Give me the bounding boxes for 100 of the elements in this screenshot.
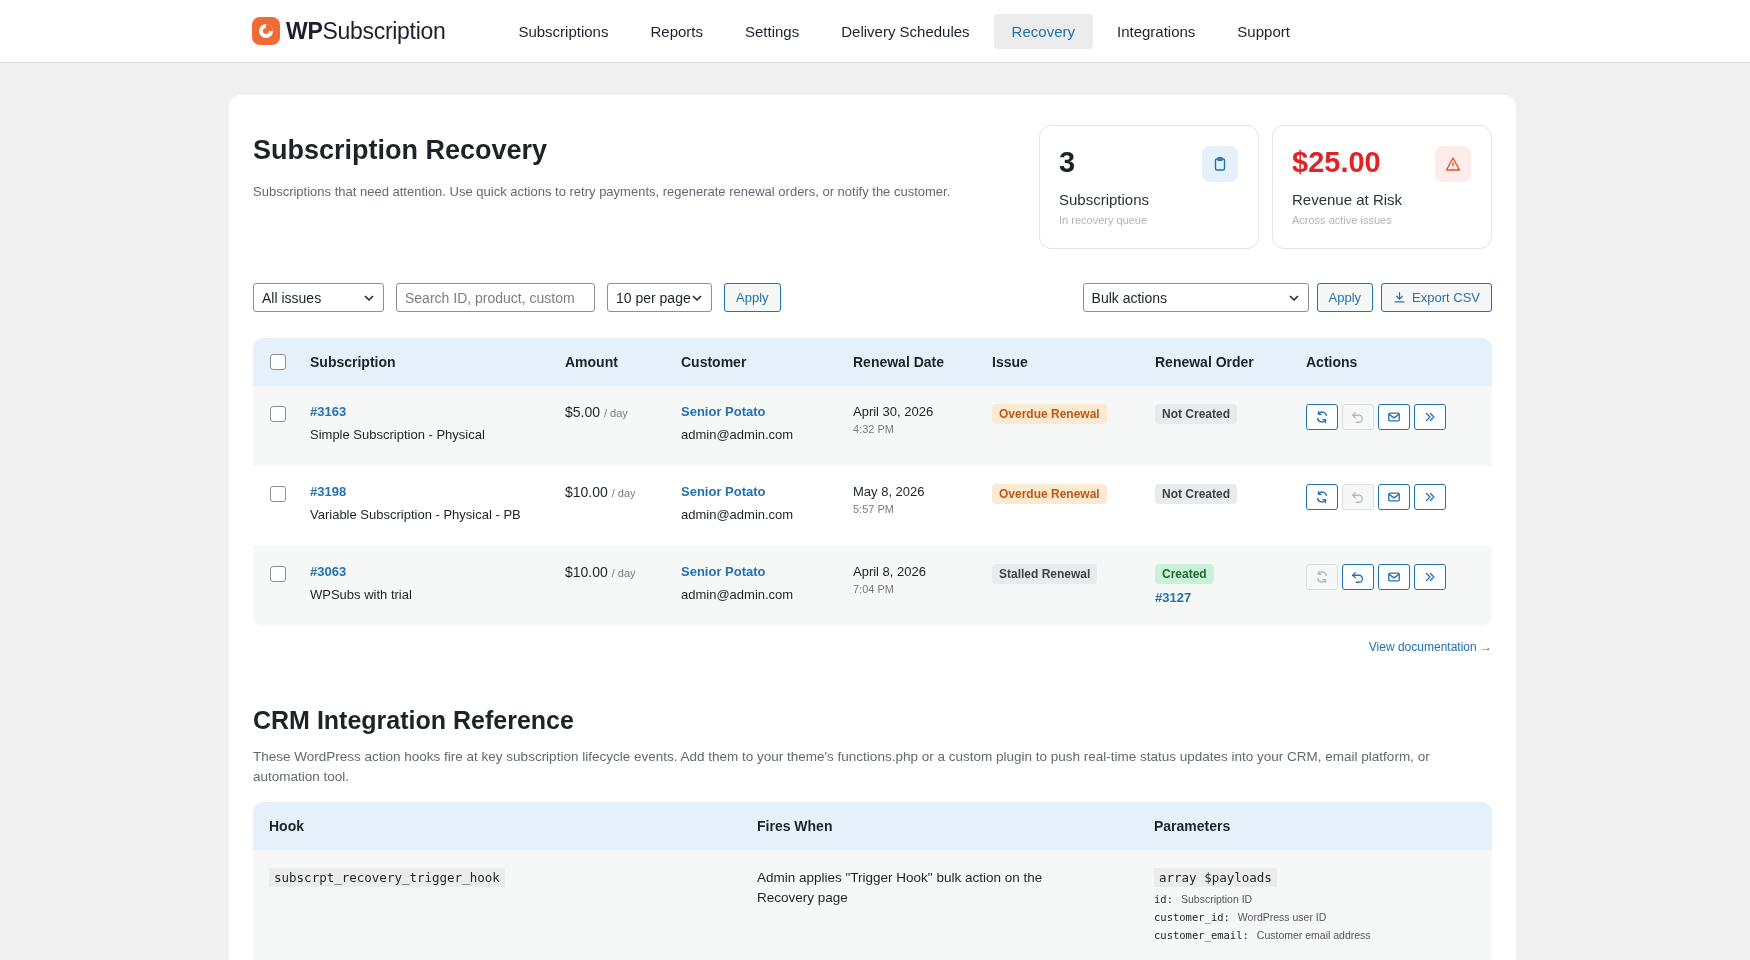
renewal-date: April 8, 2026 (853, 564, 927, 579)
column-header: Actions (1306, 354, 1359, 370)
parameter-description: Customer email address (1256, 929, 1371, 941)
search-field[interactable]: Search ID, product, custom (396, 283, 595, 312)
row-checkbox[interactable] (270, 486, 286, 502)
subscription-link[interactable]: #3198 (310, 484, 565, 499)
product-name: WPSubs with trial (310, 587, 413, 602)
refresh-icon (1315, 570, 1329, 584)
column-header: Amount (565, 354, 619, 370)
email-button[interactable] (1378, 564, 1410, 590)
more-button[interactable] (1414, 564, 1446, 590)
renewal-date: April 30, 2026 (853, 404, 935, 419)
renewal-order-link[interactable]: #3127 (1155, 590, 1306, 605)
apply-button[interactable]: Apply (724, 283, 781, 312)
parameter-description: WordPress user ID (1237, 911, 1327, 923)
stat-label: Revenue at Risk (1292, 191, 1404, 208)
issue-filter-select[interactable]: All issues (253, 283, 384, 312)
retry-button[interactable] (1306, 404, 1338, 430)
double-chevron-icon (1423, 570, 1437, 584)
parameter-description: Subscription ID (1180, 893, 1253, 905)
nav-tab[interactable]: Support (1219, 13, 1308, 49)
issue-tag: Stalled Renewal (992, 564, 1098, 584)
email-button[interactable] (1378, 484, 1410, 510)
refresh-icon (1315, 490, 1329, 504)
renewal-date: May 8, 2026 (853, 484, 926, 499)
subscription-link[interactable]: #3163 (310, 404, 565, 419)
stat-value: 3 (1059, 146, 1076, 179)
column-header: Subscription (310, 354, 397, 370)
more-button[interactable] (1414, 404, 1446, 430)
customer-email: admin@admin.com (681, 587, 795, 602)
download-icon (1393, 291, 1407, 304)
column-header: Renewal Order (1155, 354, 1255, 370)
parameter-key: customer_email: (1154, 929, 1249, 941)
undo-arrow-icon (1351, 490, 1365, 504)
column-header: Fires When (756, 818, 834, 834)
product-name: Variable Subscription - Physical - PB (310, 507, 522, 522)
email-button[interactable] (1378, 404, 1410, 430)
envelope-icon (1387, 490, 1401, 504)
clipboard-icon (1212, 156, 1228, 172)
renewal-time: 5:57 PM (853, 503, 895, 515)
undo-arrow-icon (1351, 410, 1365, 424)
issue-tag: Overdue Renewal (992, 404, 1107, 424)
amount-text: $5.00 / day (565, 404, 629, 420)
section-description: These WordPress action hooks fire at key subscription lifecycle events. Add them to your theme's functions.php or a custom plugin to push real-time status updates into your CRM, email platform, or automation tool. (253, 748, 1431, 786)
per-page-select[interactable]: 10 per page (607, 283, 712, 312)
subscription-link[interactable]: #3063 (310, 564, 565, 579)
customer-email: admin@admin.com (681, 427, 795, 442)
order-status-tag: Not Created (1155, 484, 1237, 504)
envelope-icon (1387, 570, 1401, 584)
customer-link[interactable]: Senior Potato (681, 404, 853, 419)
column-header: Renewal Date (853, 354, 946, 370)
bulk-actions-select[interactable]: Bulk actions (1082, 283, 1309, 312)
renewal-time: 4:32 PM (853, 423, 895, 435)
row-checkbox[interactable] (270, 406, 286, 422)
page-title: Subscription Recovery (253, 135, 549, 166)
documentation-link[interactable]: View documentation → (1368, 640, 1492, 654)
column-header: Parameters (1153, 818, 1232, 834)
stat-value: $25.00 (1292, 146, 1381, 179)
export-csv-button[interactable]: Export CSV (1381, 283, 1492, 312)
column-header: Customer (681, 354, 748, 370)
nav-tab[interactable]: Reports (632, 13, 721, 49)
amount-text: $10.00 / day (565, 564, 637, 580)
column-header: Issue (992, 354, 1029, 370)
customer-email: admin@admin.com (681, 507, 795, 522)
order-status-tag: Created (1155, 564, 1214, 584)
page-description: Subscriptions that need attention. Use quick actions to retry payments, regenerate renewal orders, or notify the customer. (253, 183, 951, 201)
more-button[interactable] (1414, 484, 1446, 510)
envelope-icon (1387, 410, 1401, 424)
stat-caption: Across active issues (1292, 214, 1393, 226)
brand-name: WPSubscription (286, 17, 446, 45)
refresh-icon (1315, 410, 1329, 424)
nav-tab[interactable]: Settings (727, 13, 818, 49)
fires-when-text: Admin applies "Trigger Hook" bulk action on the Recovery page (756, 869, 1044, 907)
nav-tab[interactable]: Subscriptions (500, 13, 627, 49)
product-name: Simple Subscription - Physical (310, 427, 486, 442)
select-all-checkbox[interactable] (270, 354, 286, 370)
row-checkbox[interactable] (270, 566, 286, 582)
stat-caption: In recovery queue (1059, 214, 1149, 226)
double-chevron-icon (1423, 490, 1437, 504)
parameter-key: customer_id: (1154, 911, 1230, 923)
customer-link[interactable]: Senior Potato (681, 484, 853, 499)
logo-icon (252, 17, 280, 45)
retry-button[interactable] (1306, 484, 1338, 510)
warning-icon (1445, 156, 1461, 172)
regenerate-button[interactable] (1342, 564, 1374, 590)
nav-tab[interactable]: Recovery (993, 13, 1093, 49)
nav-tab[interactable]: Integrations (1098, 13, 1214, 49)
nav-tab[interactable]: Delivery Schedules (823, 13, 988, 49)
parameter-key: id: (1154, 893, 1173, 905)
hook-name: subscrpt_recovery_trigger_hook (269, 868, 505, 887)
double-chevron-icon (1423, 410, 1437, 424)
issue-tag: Overdue Renewal (992, 484, 1107, 504)
order-status-tag: Not Created (1155, 404, 1237, 424)
amount-text: $10.00 / day (565, 484, 637, 500)
customer-link[interactable]: Senior Potato (681, 564, 853, 579)
apply-button[interactable]: Apply (1316, 283, 1374, 312)
section-title: CRM Integration Reference (253, 706, 575, 735)
renewal-time: 7:04 PM (853, 583, 895, 595)
column-header: Hook (268, 818, 305, 834)
parameter-type: array $payloads (1154, 868, 1277, 887)
